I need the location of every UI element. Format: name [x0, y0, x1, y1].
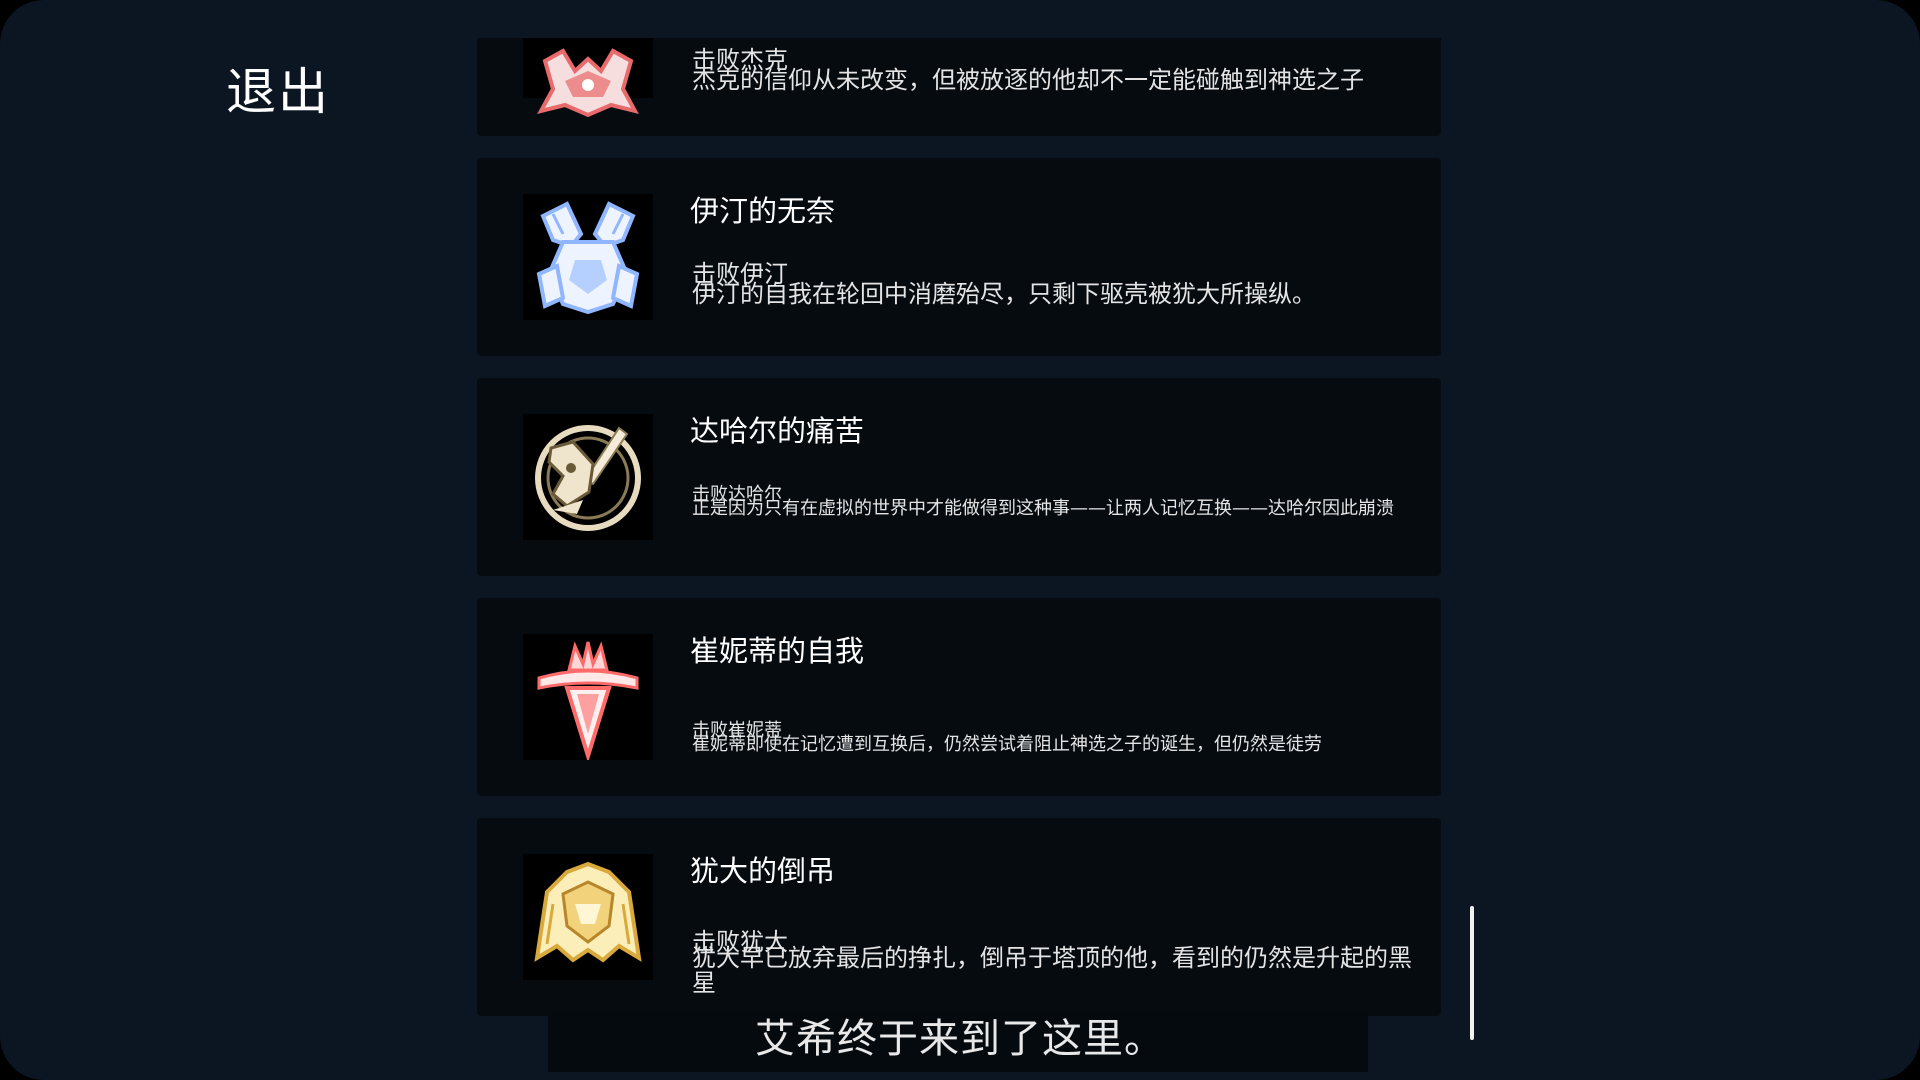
achievement-list[interactable]: 击败杰克 杰克的信仰从未改变，但被放逐的他却不一定能碰触到神选之子 伊汀的无奈 …: [477, 38, 1441, 1018]
dialogue-subtitle: 艾希终于来到了这里。: [755, 1016, 1165, 1062]
edin-emblem-graphic: [536, 201, 640, 315]
achievement-title: 伊汀的无奈: [690, 194, 836, 228]
judas-emblem-icon: [523, 854, 653, 980]
achievement-description: 崔妮蒂即使在记忆遭到互换后，仍然尝试着阻止神选之子的诞生，但仍然是徒劳: [692, 734, 1322, 755]
achievement-card-dahar[interactable]: 达哈尔的痛苦 击败达哈尔 正是因为只有在虚拟的世界中才能做得到这种事——让两人记…: [477, 378, 1441, 576]
judas-emblem-graphic: [534, 861, 642, 963]
achievement-card-trinity[interactable]: 崔妮蒂的自我 击败崔妮蒂 崔妮蒂即使在记忆遭到互换后，仍然尝试着阻止神选之子的诞…: [477, 598, 1441, 796]
achievement-description: 伊汀的自我在轮回中消磨殆尽，只剩下驱壳被犹大所操纵。: [692, 280, 1316, 308]
achievement-card-jack[interactable]: 击败杰克 杰克的信仰从未改变，但被放逐的他却不一定能碰触到神选之子: [477, 38, 1441, 136]
scrollbar-thumb[interactable]: [1470, 906, 1474, 1040]
dahar-emblem-icon: [523, 414, 653, 540]
achievement-title: 崔妮蒂的自我: [690, 634, 865, 668]
edin-emblem-icon: [523, 194, 653, 320]
exit-button[interactable]: 退出: [226, 52, 330, 124]
trinity-emblem-icon: [523, 634, 653, 760]
achievement-card-edin[interactable]: 伊汀的无奈 击败伊汀 伊汀的自我在轮回中消磨殆尽，只剩下驱壳被犹大所操纵。: [477, 158, 1441, 356]
game-screen: 退出 击败杰克 杰克的信仰从未改变，但被放逐的他却不一定能碰触到神选之子 伊汀的…: [0, 0, 1920, 1080]
trinity-emblem-graphic: [537, 641, 639, 760]
jack-emblem-icon: [523, 38, 653, 118]
achievement-title: 达哈尔的痛苦: [690, 414, 865, 448]
dahar-emblem-graphic: [535, 425, 641, 531]
achievement-title: 犹大的倒吊: [690, 854, 836, 888]
achievement-description: 杰克的信仰从未改变，但被放逐的他却不一定能碰触到神选之子: [692, 66, 1364, 94]
achievement-description: 犹大早已放弃最后的挣扎，倒吊于塔顶的他，看到的仍然是升起的黑星: [692, 944, 1412, 998]
jack-emblem-graphic: [537, 48, 639, 118]
achievement-description: 正是因为只有在虚拟的世界中才能做得到这种事——让两人记忆互换——达哈尔因此崩溃: [692, 498, 1394, 519]
achievement-card-judas[interactable]: 犹大的倒吊 击败犹大 犹大早已放弃最后的挣扎，倒吊于塔顶的他，看到的仍然是升起的…: [477, 818, 1441, 1016]
